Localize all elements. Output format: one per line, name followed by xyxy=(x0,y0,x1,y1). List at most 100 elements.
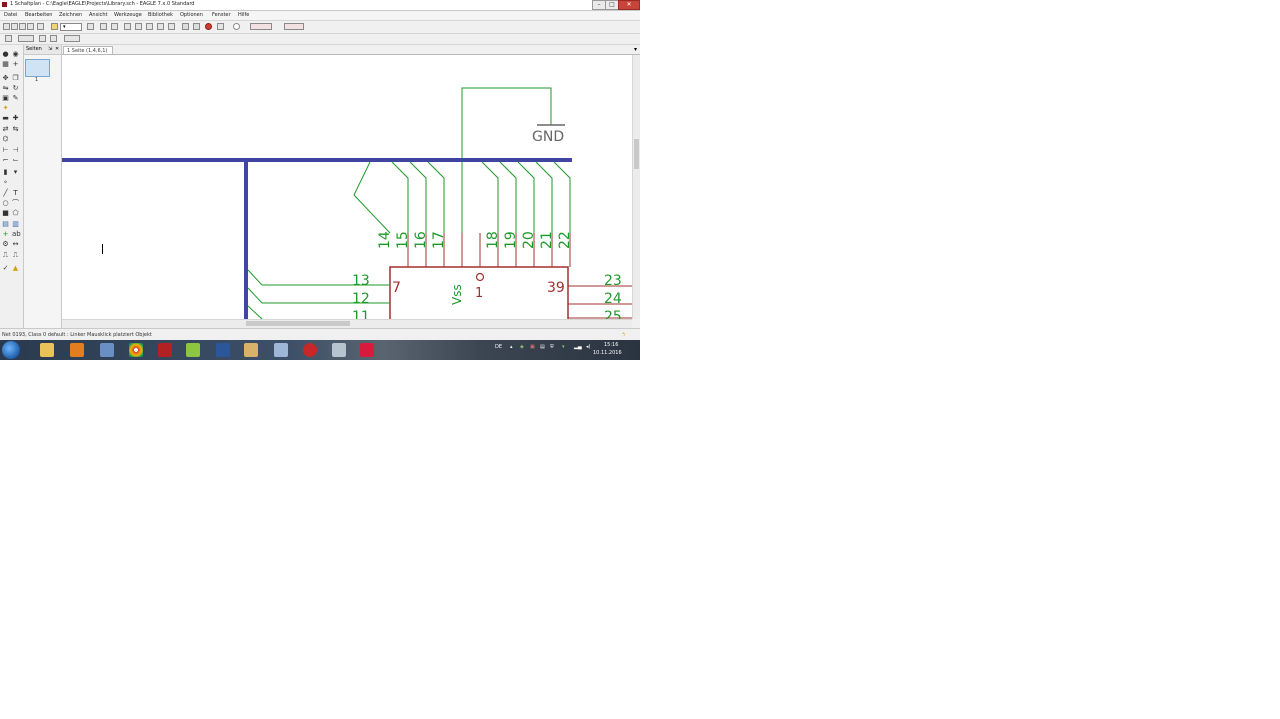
tray-volume-icon[interactable]: ◂) xyxy=(586,344,590,350)
layers-icon[interactable]: ▦ xyxy=(2,61,9,68)
maximize-button[interactable]: □ xyxy=(605,0,619,10)
dimension-icon[interactable]: ↔ xyxy=(12,241,19,248)
arc-icon[interactable]: ⌒ xyxy=(12,200,19,207)
page-thumbnail[interactable] xyxy=(25,59,50,77)
eagle-icon[interactable] xyxy=(158,343,172,357)
schematic-canvas[interactable]: GND 14 15 16 17 18 19 20 21 22 7 1 39 Vs… xyxy=(62,55,632,319)
horizontal-scroll-thumb[interactable] xyxy=(246,321,350,326)
tray-fe-icon[interactable]: ▤ xyxy=(540,344,545,350)
pinswap-icon[interactable]: ⇄ xyxy=(2,126,9,133)
pin-icon[interactable]: ⇲ xyxy=(48,45,52,54)
group-icon[interactable]: ▣ xyxy=(2,95,9,102)
menu-bearbeiten[interactable]: Bearbeiten xyxy=(25,11,52,20)
add-icon[interactable]: ✚ xyxy=(12,115,19,122)
route-icon[interactable]: ⎍ xyxy=(12,252,19,259)
tray-clock-date[interactable]: 10.11.2016 xyxy=(593,350,622,356)
menu-fenster[interactable]: Fenster xyxy=(212,11,231,20)
go-icon[interactable] xyxy=(217,23,224,30)
print-icon[interactable] xyxy=(27,23,34,30)
paste-icon[interactable]: ✦ xyxy=(2,105,9,112)
folder-icon[interactable] xyxy=(244,343,258,357)
move-icon[interactable]: ✥ xyxy=(2,75,9,82)
zoom-redraw-icon[interactable] xyxy=(157,23,164,30)
new-file-icon[interactable] xyxy=(3,23,10,30)
rect-icon[interactable]: ■ xyxy=(2,210,9,217)
menu-datei[interactable]: Datei xyxy=(4,11,17,20)
zoom-out-icon[interactable] xyxy=(146,23,153,30)
tray-signal-icon[interactable]: ▂▄ xyxy=(574,344,582,350)
optimize-icon[interactable]: ⌙ xyxy=(12,157,19,164)
tool-icon[interactable] xyxy=(332,343,346,357)
calculator-icon[interactable] xyxy=(100,343,114,357)
pdf-icon[interactable] xyxy=(303,343,317,357)
erc-tool-icon[interactable]: ✓ xyxy=(2,265,9,272)
board-icon[interactable] xyxy=(100,23,107,30)
label-icon[interactable]: ab xyxy=(12,231,21,238)
rotate-icon[interactable]: ↻ xyxy=(12,85,19,92)
start-button[interactable] xyxy=(2,341,20,359)
cam-icon[interactable] xyxy=(37,23,44,30)
menu-optionen[interactable]: Optionen xyxy=(180,11,203,20)
ripup-icon[interactable]: ⎍ xyxy=(2,252,9,259)
warning-icon[interactable]: ▲ xyxy=(12,265,19,272)
net-icon[interactable]: ▥ xyxy=(12,221,19,228)
explorer-icon[interactable] xyxy=(40,343,54,357)
tab-sheet[interactable]: 1 Seite (1,4,6,1) xyxy=(63,46,113,54)
tray-lang[interactable]: DE xyxy=(495,344,502,350)
copy-icon[interactable]: ❐ xyxy=(12,75,19,82)
minimize-button[interactable]: – xyxy=(592,0,606,10)
info-icon[interactable]: ● xyxy=(2,51,9,58)
tray-network-icon[interactable]: ◈ xyxy=(520,344,524,350)
change-icon[interactable]: ✎ xyxy=(12,95,19,102)
view-list-icon[interactable] xyxy=(39,35,46,42)
undo-icon[interactable] xyxy=(182,23,189,30)
help-icon[interactable] xyxy=(233,23,240,30)
polygon-icon[interactable]: ⬠ xyxy=(12,210,19,217)
menu-zeichnen[interactable]: Zeichnen xyxy=(59,11,82,20)
bus-icon[interactable]: ▤ xyxy=(2,221,9,228)
zoom-in-icon[interactable] xyxy=(135,23,142,30)
vertical-scroll-thumb[interactable] xyxy=(634,139,639,169)
tray-wifi-icon[interactable]: ▾ xyxy=(562,344,565,350)
tray-clock-time[interactable]: 15:16 xyxy=(604,342,618,348)
smash-icon[interactable]: ▮ xyxy=(2,169,9,176)
gateswap-icon[interactable]: ⇆ xyxy=(12,126,19,133)
script-icon[interactable] xyxy=(51,23,58,30)
menu-ansicht[interactable]: Ansicht xyxy=(89,11,107,20)
panel-icon[interactable] xyxy=(64,35,80,42)
horizontal-scrollbar[interactable] xyxy=(62,319,632,328)
replace-icon[interactable]: ⌬ xyxy=(2,136,9,143)
invoke-icon[interactable]: ⊣ xyxy=(12,147,19,154)
eye-icon[interactable]: ◉ xyxy=(12,51,19,58)
delete-icon[interactable]: ▬ xyxy=(2,115,9,122)
value-icon[interactable]: ▾ xyxy=(12,169,19,176)
grid-toggle-icon[interactable] xyxy=(5,35,12,42)
name-icon[interactable]: ∘ xyxy=(2,179,9,186)
wire-icon[interactable]: ╱ xyxy=(2,190,9,197)
redo-icon[interactable] xyxy=(193,23,200,30)
panel-close-icon[interactable]: ✕ xyxy=(55,45,59,54)
network-icon[interactable] xyxy=(274,343,288,357)
open-icon[interactable] xyxy=(11,23,18,30)
stop-icon[interactable] xyxy=(205,23,212,30)
attribute-icon[interactable]: ⚙ xyxy=(2,241,9,248)
erc-icon[interactable] xyxy=(250,23,272,30)
vertical-scrollbar[interactable] xyxy=(632,55,640,319)
menu-werkzeuge[interactable]: Werkzeuge xyxy=(114,11,142,20)
zoom-fit-icon[interactable] xyxy=(124,23,131,30)
split-icon[interactable]: ⊢ xyxy=(2,147,9,154)
tray-up-icon[interactable]: ▴ xyxy=(510,344,513,350)
tray-pdf-icon[interactable]: ▣ xyxy=(530,344,535,350)
close-button[interactable]: ✕ xyxy=(618,0,640,10)
view-tiles-icon[interactable] xyxy=(50,35,57,42)
library-icon[interactable] xyxy=(111,23,118,30)
notepad-icon[interactable] xyxy=(186,343,200,357)
chrome-icon[interactable] xyxy=(129,343,143,357)
text-icon[interactable]: T xyxy=(12,190,19,197)
junction-icon[interactable]: + xyxy=(2,231,9,238)
save-icon[interactable] xyxy=(19,23,26,30)
drc-icon[interactable] xyxy=(284,23,304,30)
media-player-icon[interactable] xyxy=(70,343,84,357)
mirror-icon[interactable]: ⇋ xyxy=(2,85,9,92)
layer-icon[interactable] xyxy=(87,23,94,30)
